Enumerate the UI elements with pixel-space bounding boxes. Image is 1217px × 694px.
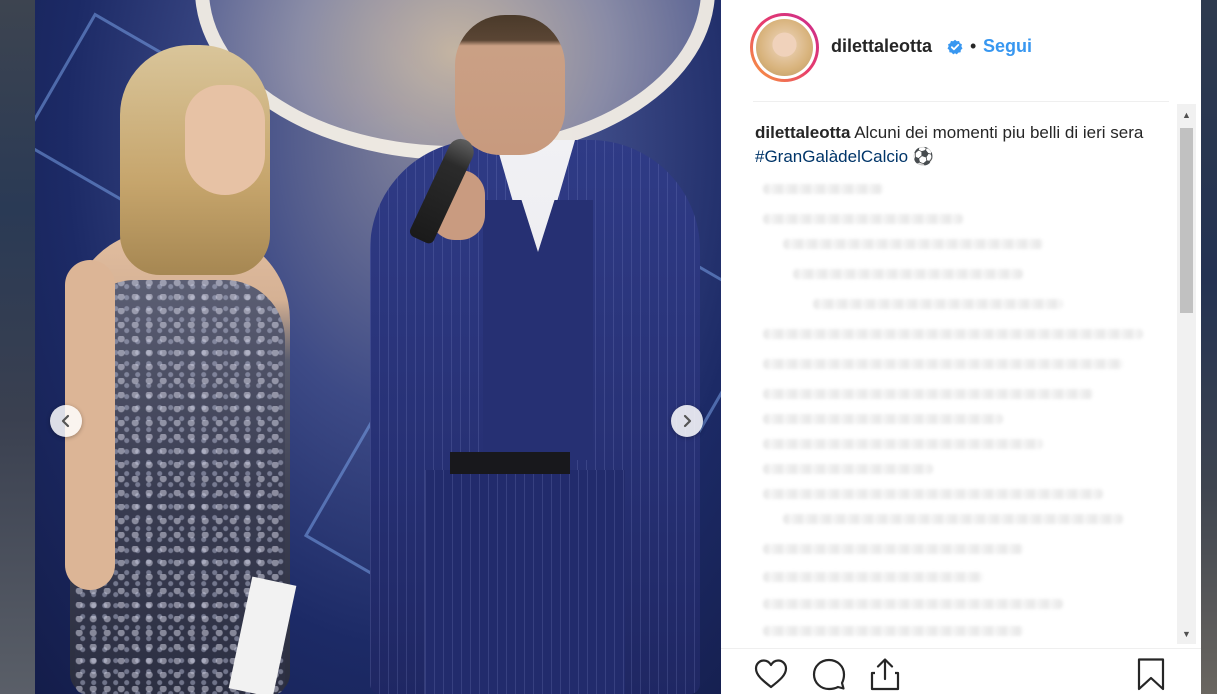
- blurred-comment: [763, 599, 1063, 609]
- blurred-comment: [793, 269, 1023, 279]
- backdrop-right: [1201, 0, 1217, 694]
- woman-face: [185, 85, 265, 195]
- carousel-prev-button[interactable]: [50, 405, 82, 437]
- soccer-ball-icon: ⚽: [912, 147, 934, 166]
- share-button[interactable]: [867, 656, 903, 692]
- heart-icon: [754, 659, 788, 689]
- blurred-comment: [763, 184, 883, 194]
- scroll-thumb[interactable]: [1180, 128, 1193, 313]
- actions-divider: [721, 648, 1201, 649]
- post-caption: dilettaleotta Alcuni dei momenti piu bel…: [755, 121, 1150, 169]
- avatar-photo: [756, 19, 813, 76]
- backdrop-left: [0, 0, 35, 694]
- blurred-comment: [763, 439, 1043, 449]
- header-username[interactable]: dilettaleotta: [831, 36, 932, 57]
- avatar[interactable]: [750, 13, 819, 82]
- blurred-comment: [763, 544, 1023, 554]
- caption-hashtag[interactable]: #GranGalàdelCalcio: [755, 147, 908, 166]
- share-icon: [870, 658, 900, 691]
- comments-scroll-area[interactable]: dilettaleotta Alcuni dei momenti piu bel…: [753, 104, 1177, 644]
- scroll-up-arrow[interactable]: ▲: [1177, 106, 1196, 123]
- like-button[interactable]: [753, 656, 789, 692]
- header-divider: [753, 101, 1169, 102]
- post-side-panel: dilettaleotta • Segui dilettaleotta Alcu…: [721, 0, 1201, 694]
- blurred-comment: [763, 489, 1103, 499]
- chevron-right-icon: [683, 414, 692, 428]
- header-separator: •: [970, 36, 977, 56]
- comment-icon: [812, 658, 846, 691]
- bookmark-icon: [1137, 658, 1165, 691]
- carousel-next-button[interactable]: [671, 405, 703, 437]
- blurred-comment: [763, 359, 1123, 369]
- blurred-comment: [763, 626, 1023, 636]
- blurred-comment: [763, 329, 1143, 339]
- scroll-down-arrow[interactable]: ▼: [1177, 625, 1196, 642]
- follow-button[interactable]: Segui: [983, 36, 1032, 57]
- save-button[interactable]: [1133, 656, 1169, 692]
- blurred-comment: [813, 299, 1063, 309]
- post-header: dilettaleotta • Segui: [721, 0, 1201, 100]
- chevron-left-icon: [61, 414, 70, 428]
- blurred-comment: [763, 414, 1003, 424]
- post-media-image: [35, 0, 721, 694]
- verified-badge-icon: [947, 39, 963, 55]
- caption-username[interactable]: dilettaleotta: [755, 123, 850, 142]
- blurred-comment: [763, 572, 983, 582]
- avatar-border: [753, 16, 816, 79]
- comment-button[interactable]: [811, 656, 847, 692]
- blurred-comment: [783, 239, 1043, 249]
- blurred-comment: [763, 464, 933, 474]
- man-head: [455, 15, 565, 155]
- blurred-comment: [763, 389, 1093, 399]
- post-actions: [753, 656, 1169, 694]
- comments-scrollbar[interactable]: ▲ ▼: [1177, 104, 1196, 644]
- caption-text: Alcuni dei momenti piu belli di ieri ser…: [850, 123, 1144, 142]
- blurred-comment: [783, 514, 1123, 524]
- man-belt: [450, 452, 570, 474]
- blurred-comment: [763, 214, 963, 224]
- man-trousers: [425, 470, 625, 694]
